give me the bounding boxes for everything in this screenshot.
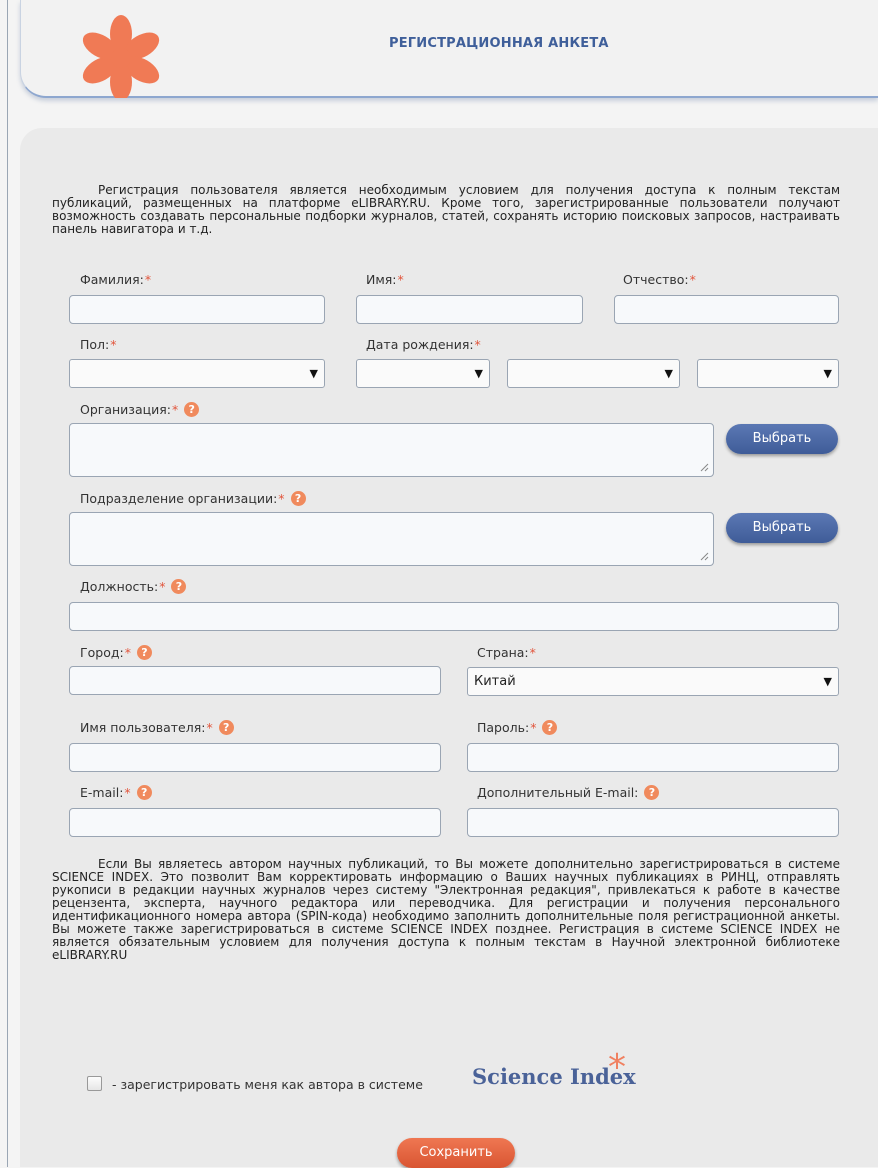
required-mark: * xyxy=(529,645,536,660)
required-mark: * xyxy=(110,337,117,352)
asterisk-logo-icon xyxy=(82,15,160,98)
email2-input[interactable] xyxy=(467,808,839,837)
help-icon[interactable]: ? xyxy=(644,785,660,800)
required-mark: * xyxy=(124,645,131,660)
organization-label: Организация: *? xyxy=(80,402,200,417)
required-mark: * xyxy=(397,272,404,287)
help-icon[interactable]: ? xyxy=(218,720,234,735)
username-input[interactable] xyxy=(69,743,441,772)
required-mark: * xyxy=(474,337,481,352)
help-icon[interactable]: ? xyxy=(136,785,152,800)
required-mark: * xyxy=(171,402,179,417)
intro-text: Регистрация пользователя является необхо… xyxy=(52,183,840,236)
department-label: Подразделение организации: *? xyxy=(80,491,306,506)
choose-organization-button[interactable]: Выбрать xyxy=(726,424,838,454)
dropdown-arrow-icon: ▼ xyxy=(309,367,318,380)
lastname-input[interactable] xyxy=(69,295,325,324)
password-label: Пароль: *? xyxy=(477,720,558,735)
page-header: РЕГИСТРАЦИОННАЯ АНКЕТА xyxy=(20,0,878,98)
required-mark: * xyxy=(278,491,285,506)
page-title: РЕГИСТРАЦИОННАЯ АНКЕТА xyxy=(389,36,609,51)
country-label: Страна: * xyxy=(477,645,536,660)
lastname-label: Фамилия: * xyxy=(80,272,152,287)
position-input[interactable] xyxy=(69,602,839,631)
science-index-checkbox-label: - зарегистрировать меня как автора в сис… xyxy=(112,1077,423,1092)
department-textarea[interactable] xyxy=(69,512,714,566)
patronymic-label: Отчество: * xyxy=(623,272,696,287)
dropdown-arrow-icon: ▼ xyxy=(474,367,483,380)
email-input[interactable] xyxy=(69,808,441,837)
gender-label: Пол: * xyxy=(80,337,117,352)
required-mark: * xyxy=(124,785,131,800)
username-label: Имя пользователя: *? xyxy=(80,720,234,735)
required-mark: * xyxy=(689,272,696,287)
gender-select[interactable]: ▼ xyxy=(69,359,325,388)
resize-grip-icon[interactable] xyxy=(700,552,709,561)
firstname-label: Имя: * xyxy=(366,272,404,287)
birthdate-label: Дата рождения: * xyxy=(366,337,481,352)
country-select[interactable]: Китай ▼ xyxy=(467,667,839,696)
city-label: Город: *? xyxy=(80,645,152,660)
password-input[interactable] xyxy=(467,743,839,772)
help-icon[interactable]: ? xyxy=(542,720,558,735)
save-button[interactable]: Сохранить xyxy=(397,1138,515,1168)
dropdown-arrow-icon: ▼ xyxy=(823,367,832,380)
science-index-info: Если Вы являетесь автором научных публик… xyxy=(52,857,840,962)
window-border xyxy=(7,0,8,1167)
required-mark: * xyxy=(206,720,213,735)
science-index-star-icon: * xyxy=(608,1047,626,1088)
required-mark: * xyxy=(159,579,166,594)
help-icon[interactable]: ? xyxy=(290,491,306,506)
email2-label: Дополнительный E-mail:? xyxy=(477,785,660,800)
organization-textarea[interactable] xyxy=(69,423,714,477)
help-icon[interactable]: ? xyxy=(136,645,152,660)
resize-grip-icon[interactable] xyxy=(700,463,709,472)
choose-department-button[interactable]: Выбрать xyxy=(726,513,838,543)
required-mark: * xyxy=(144,272,152,287)
dropdown-arrow-icon: ▼ xyxy=(823,675,832,688)
dropdown-arrow-icon: ▼ xyxy=(664,367,673,380)
birth-month-select[interactable]: ▼ xyxy=(507,359,680,388)
city-input[interactable] xyxy=(69,666,441,695)
position-label: Должность: *? xyxy=(80,579,187,594)
firstname-input[interactable] xyxy=(356,295,583,324)
email-label: E-mail: *? xyxy=(80,785,152,800)
patronymic-input[interactable] xyxy=(614,295,839,324)
required-mark: * xyxy=(530,720,537,735)
help-icon[interactable]: ? xyxy=(171,579,187,594)
help-icon[interactable]: ? xyxy=(184,402,200,417)
birth-year-select[interactable]: ▼ xyxy=(697,359,839,388)
birth-day-select[interactable]: ▼ xyxy=(356,359,490,388)
science-index-checkbox[interactable] xyxy=(87,1076,102,1091)
